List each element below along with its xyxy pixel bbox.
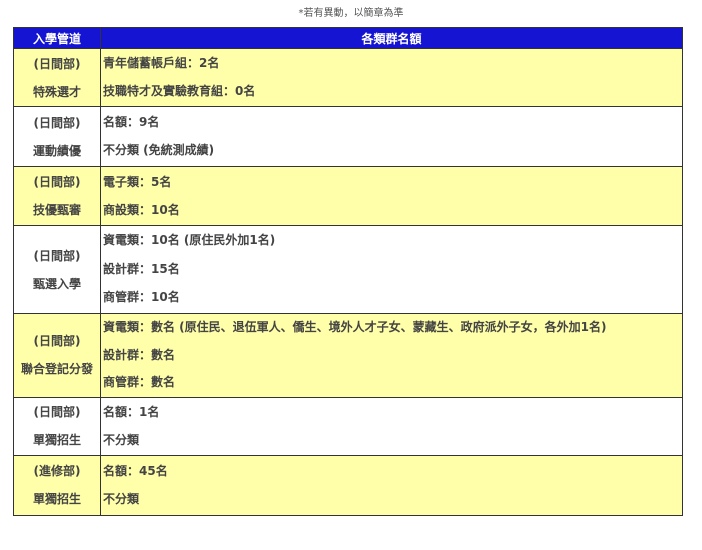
quota-cell: 名額：45名 不分類 bbox=[100, 454, 683, 516]
quota-cell: 電子類：5名 商設類：10名 bbox=[100, 166, 683, 226]
quota-line: 資電類：10名 (原住民外加1名) bbox=[103, 233, 276, 247]
quota-line: 技職特才及實驗教育組：0名 bbox=[103, 84, 256, 98]
division-label: (日間部) bbox=[33, 248, 81, 263]
table-row: (日間部) 單獨招生 名額：1名 不分類 bbox=[13, 396, 683, 456]
path-name: 聯合登記分發 bbox=[20, 362, 93, 377]
path-name: 技優甄審 bbox=[32, 203, 81, 217]
admission-path-cell: (日間部) 特殊選才 bbox=[13, 48, 101, 107]
division-label: (日間部) bbox=[33, 334, 81, 349]
header-admission-path: 入學管道 bbox=[13, 27, 101, 49]
admission-path-cell: (進修部) 單獨招生 bbox=[13, 454, 101, 516]
table-row: (日間部) 聯合登記分發 資電類：數名 (原住民、退伍軍人、僑生、境外人才子女、… bbox=[13, 313, 683, 398]
table-row: (日間部) 特殊選才 青年儲蓄帳戶組：2名 技職特才及實驗教育組：0名 bbox=[13, 48, 683, 107]
header-quota: 各類群名額 bbox=[100, 27, 683, 49]
quota-line: 不分類 (免統測成績) bbox=[103, 143, 215, 157]
path-name: 單獨招生 bbox=[32, 492, 81, 506]
quota-line: 名額：1名 bbox=[103, 404, 160, 419]
quota-line: 商管群：10名 bbox=[103, 290, 180, 304]
path-name: 甄選入學 bbox=[32, 276, 81, 291]
admission-path-cell: (日間部) 運動績優 bbox=[13, 106, 101, 167]
quota-line: 不分類 bbox=[103, 432, 140, 447]
quota-line: 資電類：數名 (原住民、退伍軍人、僑生、境外人才子女、蒙藏生、政府派外子女，各外… bbox=[103, 320, 607, 334]
table-row: (日間部) 甄選入學 資電類：10名 (原住民外加1名) 設計群：15名 商管群… bbox=[13, 225, 683, 314]
admission-path-cell: (日間部) 甄選入學 bbox=[13, 225, 101, 314]
division-label: (日間部) bbox=[33, 405, 81, 419]
quota-cell: 資電類：數名 (原住民、退伍軍人、僑生、境外人才子女、蒙藏生、政府派外子女，各外… bbox=[100, 313, 683, 398]
quota-line: 名額：45名 bbox=[103, 463, 168, 478]
admission-path-cell: (日間部) 聯合登記分發 bbox=[13, 313, 101, 398]
quota-cell: 資電類：10名 (原住民外加1名) 設計群：15名 商管群：10名 bbox=[100, 225, 683, 314]
table-row: (進修部) 單獨招生 名額：45名 不分類 bbox=[13, 454, 683, 516]
quota-cell: 青年儲蓄帳戶組：2名 技職特才及實驗教育組：0名 bbox=[100, 48, 683, 107]
quota-line: 名額：9名 bbox=[103, 115, 160, 129]
quota-cell: 名額：1名 不分類 bbox=[100, 396, 683, 456]
quota-line: 設計群：數名 bbox=[103, 347, 176, 362]
quota-line: 商管群：數名 bbox=[103, 375, 176, 389]
path-name: 特殊選才 bbox=[32, 84, 81, 99]
quota-line: 電子類：5名 bbox=[103, 175, 172, 189]
quota-line: 商設類：10名 bbox=[103, 203, 180, 217]
division-label: (日間部) bbox=[33, 175, 81, 189]
table-row: (日間部) 技優甄審 電子類：5名 商設類：10名 bbox=[13, 166, 683, 226]
path-name: 運動績優 bbox=[32, 143, 81, 158]
quota-cell: 名額：9名 不分類 (免統測成績) bbox=[100, 106, 683, 167]
table-row: (日間部) 運動績優 名額：9名 不分類 (免統測成績) bbox=[13, 106, 683, 167]
quota-line: 青年儲蓄帳戶組：2名 bbox=[103, 56, 220, 70]
admission-quota-table: 入學管道 各類群名額 (日間部) 特殊選才 青年儲蓄帳戶組：2名 技職特才及實驗… bbox=[13, 27, 683, 516]
admission-path-cell: (日間部) 技優甄審 bbox=[13, 166, 101, 226]
division-label: (日間部) bbox=[33, 56, 81, 71]
path-name: 單獨招生 bbox=[32, 433, 81, 447]
division-label: (日間部) bbox=[33, 115, 81, 130]
table-header-row: 入學管道 各類群名額 bbox=[13, 27, 683, 49]
admission-path-cell: (日間部) 單獨招生 bbox=[13, 396, 101, 456]
notice-text: *若有異動，以簡章為準 bbox=[298, 8, 404, 19]
quota-line: 不分類 bbox=[103, 491, 140, 506]
quota-line: 設計群：15名 bbox=[103, 261, 180, 276]
division-label: (進修部) bbox=[33, 464, 81, 478]
